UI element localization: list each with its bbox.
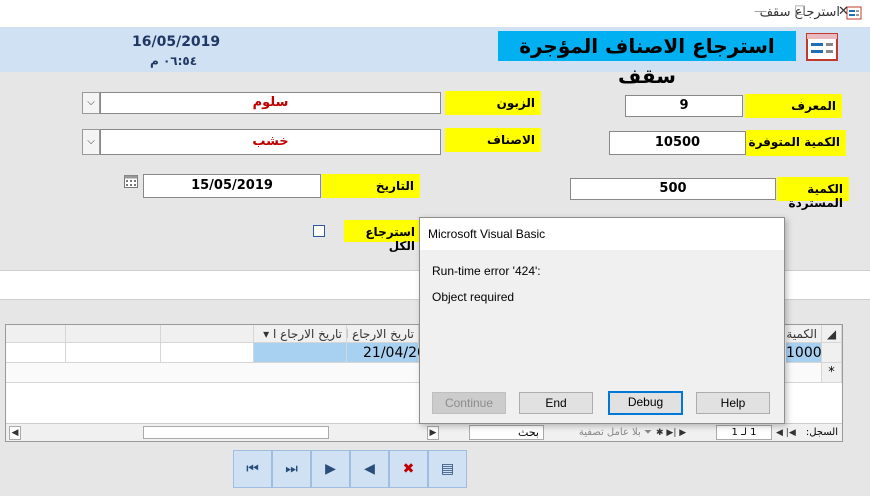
- date-label: التاريخ: [322, 174, 420, 198]
- maximize-button[interactable]: ☐: [794, 4, 806, 19]
- form-icon: [806, 33, 838, 61]
- grid-cell-selected[interactable]: [254, 343, 347, 363]
- grid-header-return-date-2[interactable]: تاريخ الارجاع ا ▾: [254, 325, 347, 343]
- items-combo[interactable]: خشب: [100, 129, 441, 155]
- error-dialog: Microsoft Visual Basic Run-time error '4…: [419, 217, 785, 424]
- calendar-icon[interactable]: [124, 175, 138, 188]
- dialog-error-code: Run-time error '424':: [432, 264, 541, 278]
- new-record-icon: ▤: [440, 461, 455, 477]
- first-record-button[interactable]: ⏮: [233, 450, 272, 488]
- previous-record-button[interactable]: ◀: [350, 450, 389, 488]
- header-time: ٠٦:٥٤ م: [150, 54, 198, 68]
- returned-qty-field[interactable]: 500: [570, 178, 776, 200]
- grid-cell-qty[interactable]: 1000: [786, 343, 822, 363]
- items-dropdown-button[interactable]: ⌵: [82, 129, 100, 155]
- return-all-checkbox[interactable]: [313, 225, 325, 237]
- return-all-label: استرجاع الكل: [344, 220, 421, 253]
- customer-dropdown-button[interactable]: ⌵: [82, 92, 100, 114]
- new-row-marker: *: [822, 363, 842, 383]
- grid-cell[interactable]: [161, 343, 254, 363]
- customer-combo[interactable]: سلوم: [100, 92, 441, 114]
- select-all-corner[interactable]: ◢: [822, 325, 842, 343]
- grid-cell[interactable]: [66, 343, 161, 363]
- minimize-button[interactable]: —: [754, 4, 767, 19]
- close-button[interactable]: ✕: [838, 4, 849, 19]
- previous-icon: ◀: [364, 461, 375, 477]
- form-header: استرجاع الاصناف المؤجرة سقف 16/05/2019 ٠…: [0, 27, 870, 88]
- form-title: استرجاع الاصناف المؤجرة سقف: [498, 31, 796, 88]
- dialog-title: Microsoft Visual Basic: [420, 218, 784, 250]
- record-number-box[interactable]: 1 لـ 1: [716, 425, 772, 440]
- horizontal-scrollbar-thumb[interactable]: [143, 426, 329, 439]
- filter-indicator[interactable]: ⏷ بلا عامل تصفية: [547, 426, 652, 440]
- new-record-button[interactable]: ▤: [428, 450, 467, 488]
- record-nav-buttons[interactable]: ✱ ▶| ▶: [656, 426, 716, 440]
- window-titlebar: استرجاع سقف — ☐ ✕: [0, 0, 870, 27]
- next-icon: ▶: [325, 461, 336, 477]
- debug-button[interactable]: Debug: [608, 391, 683, 415]
- next-record-button[interactable]: ▶: [311, 450, 350, 488]
- grid-header-qty[interactable]: الكمية: [786, 325, 822, 343]
- scroll-left-button[interactable]: ◀: [9, 426, 21, 440]
- scroll-right-button[interactable]: ▶: [427, 426, 439, 440]
- grid-header-blank: [66, 325, 161, 343]
- first-record-icon: ⏮: [246, 461, 259, 477]
- record-label: السجل:: [805, 427, 838, 438]
- available-qty-label: الكمية المتوفرة: [746, 130, 846, 156]
- delete-icon: ✖: [402, 461, 415, 477]
- dialog-message: Object required: [432, 290, 515, 304]
- id-field[interactable]: 9: [625, 95, 743, 117]
- last-record-icon: ⏭: [285, 461, 298, 477]
- search-box[interactable]: بحث: [469, 425, 544, 440]
- grid-header-blank: [6, 325, 66, 343]
- grid-cell-return-date[interactable]: 21/04/20: [347, 343, 426, 363]
- end-button[interactable]: End: [519, 392, 593, 414]
- last-record-button[interactable]: ⏭: [272, 450, 311, 488]
- grid-header-return-date-1[interactable]: تاريخ الارجاع ا ▾: [347, 325, 419, 343]
- header-date: 16/05/2019: [132, 34, 221, 50]
- items-label: الاصناف: [445, 128, 541, 152]
- grid-cell[interactable]: [6, 343, 66, 363]
- returned-qty-label: الكمية المستردة: [777, 177, 849, 210]
- grid-header-blank: [161, 325, 254, 343]
- first-prev-record-buttons[interactable]: ◀ |◀: [776, 426, 796, 440]
- id-label: المعرف: [745, 94, 842, 118]
- date-field[interactable]: 15/05/2019: [143, 174, 321, 198]
- available-qty-field[interactable]: 10500: [609, 131, 746, 155]
- filter-icon: ⏷: [644, 427, 652, 438]
- customer-label: الزبون: [445, 91, 541, 115]
- continue-button[interactable]: Continue: [432, 392, 506, 414]
- row-selector[interactable]: [822, 343, 842, 363]
- help-button[interactable]: Help: [696, 392, 770, 414]
- delete-record-button[interactable]: ✖: [389, 450, 428, 488]
